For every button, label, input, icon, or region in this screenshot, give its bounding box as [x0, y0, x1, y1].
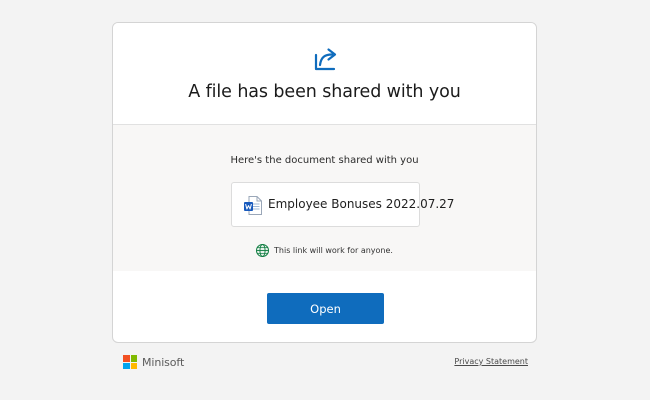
shared-file-name: Employee Bonuses 2022.07.27 — [268, 197, 455, 211]
dialog-subtitle: Here's the document shared with you — [230, 155, 419, 166]
dialog-title: A file has been shared with you — [188, 82, 461, 102]
link-permission-note: This link will work for anyone. — [113, 244, 536, 259]
brand-logo: Minisoft — [123, 355, 184, 369]
brand-name: Minisoft — [142, 355, 185, 369]
open-button[interactable]: Open — [267, 293, 384, 324]
share-dialog-card: A file has been shared with you Here's t… — [112, 22, 537, 343]
link-note-text: This link will work for anyone. — [274, 246, 393, 255]
shared-file-item[interactable]: Employee Bonuses 2022.07.27 — [231, 182, 454, 227]
dialog-header: A file has been shared with you — [113, 23, 536, 125]
share-arrow-icon — [314, 48, 337, 71]
brand-logo-icon — [123, 355, 137, 369]
word-document-icon — [244, 196, 262, 215]
dialog-body: Here's the document shared with you Empl… — [113, 125, 536, 271]
globe-icon — [256, 244, 270, 257]
privacy-statement-link[interactable]: Privacy Statement — [454, 357, 528, 366]
